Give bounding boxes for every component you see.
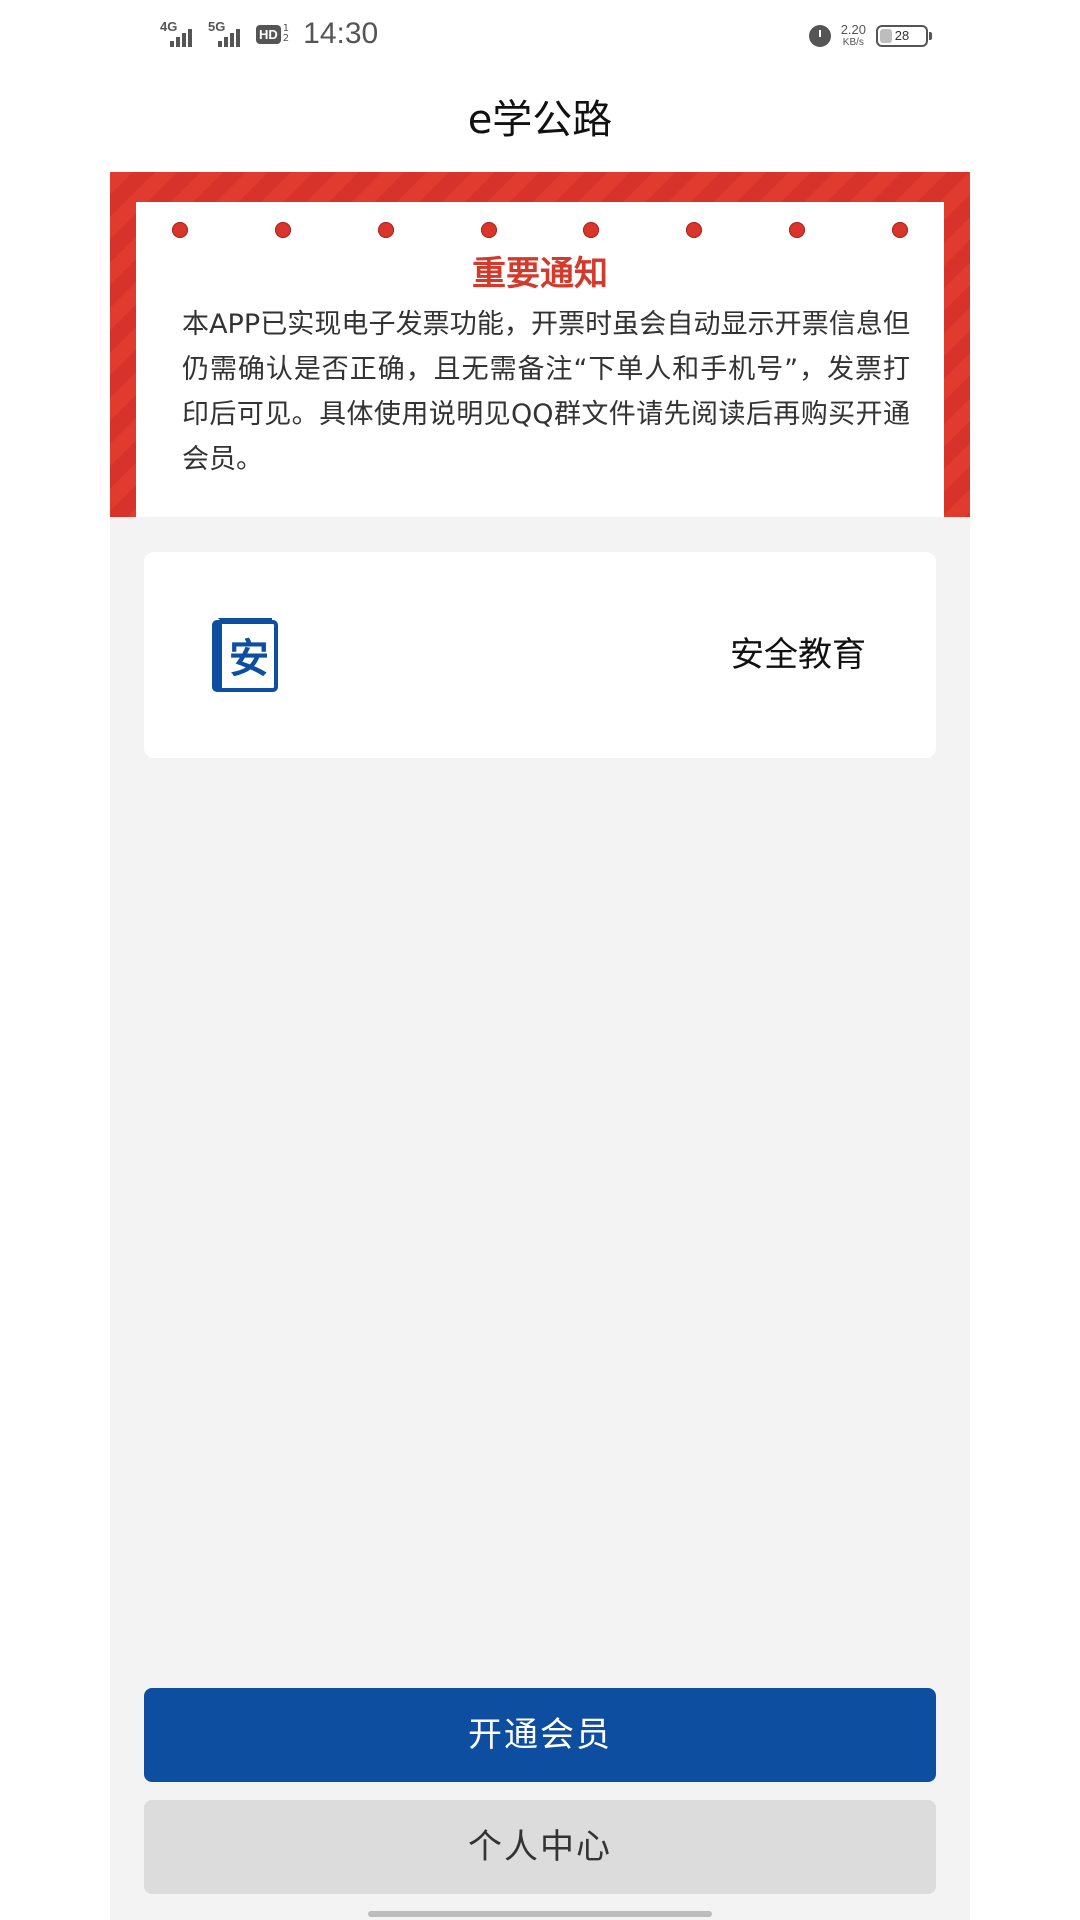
status-time: 14:30: [303, 17, 379, 50]
notice-dot: [583, 222, 600, 238]
notice-dot: [480, 222, 497, 238]
home-indicator[interactable]: [368, 1911, 712, 1917]
alarm-icon: [808, 25, 831, 47]
network-speed: 2.20 KB/s: [841, 23, 866, 49]
notice-title: 重要通知: [472, 254, 608, 294]
course-label: 安全教育: [730, 635, 866, 675]
safety-book-icon: 安: [212, 618, 278, 692]
status-bar-left: 4G 5G HD 1 2 14:30: [160, 14, 378, 54]
speed-value: 2.20: [840, 22, 866, 37]
notice-dot: [172, 222, 188, 238]
hd-label: HD: [256, 24, 281, 44]
app-screen: 4G 5G HD 1 2 14:30 2.20 KB/s 28 e学公路 重要通…: [0, 0, 1080, 1920]
course-card-safety-education[interactable]: 安 安全教育: [144, 552, 936, 758]
notice-dot: [686, 222, 703, 238]
notice-dots-decoration: [172, 222, 908, 242]
notice-body: 本APP已实现电子发票功能，开票时虽会自动显示开票信息但仍需确认是否正确，且无需…: [182, 309, 910, 475]
signal-icon: 5G: [208, 19, 248, 49]
open-membership-button[interactable]: 开通会员: [144, 1688, 936, 1782]
main-content: 重要通知 本APP已实现电子发票功能，开票时虽会自动显示开票信息但仍需确认是否正…: [110, 172, 970, 1920]
sim-2-label: 2: [282, 33, 290, 44]
notice-banner: 重要通知 本APP已实现电子发票功能，开票时虽会自动显示开票信息但仍需确认是否正…: [110, 172, 970, 517]
status-bar: 4G 5G HD 1 2 14:30 2.20 KB/s 28: [0, 0, 1080, 70]
course-icon-glyph: 安: [229, 636, 269, 682]
battery-icon: 28: [876, 25, 932, 47]
notice-dot: [377, 222, 394, 238]
notice-dot: [274, 222, 291, 238]
notice-dot: [789, 222, 806, 238]
battery-level: 28: [894, 28, 910, 43]
personal-center-button[interactable]: 个人中心: [144, 1800, 936, 1894]
speed-unit: KB/s: [842, 37, 864, 48]
signal-icon: 4G: [160, 19, 200, 49]
notice-card: 重要通知 本APP已实现电子发票功能，开票时虽会自动显示开票信息但仍需确认是否正…: [136, 202, 944, 517]
notice-dot: [891, 222, 908, 238]
status-bar-right: 2.20 KB/s 28: [808, 18, 932, 54]
page-title: e学公路: [467, 97, 613, 143]
hd-icon: HD 1 2: [256, 24, 289, 44]
